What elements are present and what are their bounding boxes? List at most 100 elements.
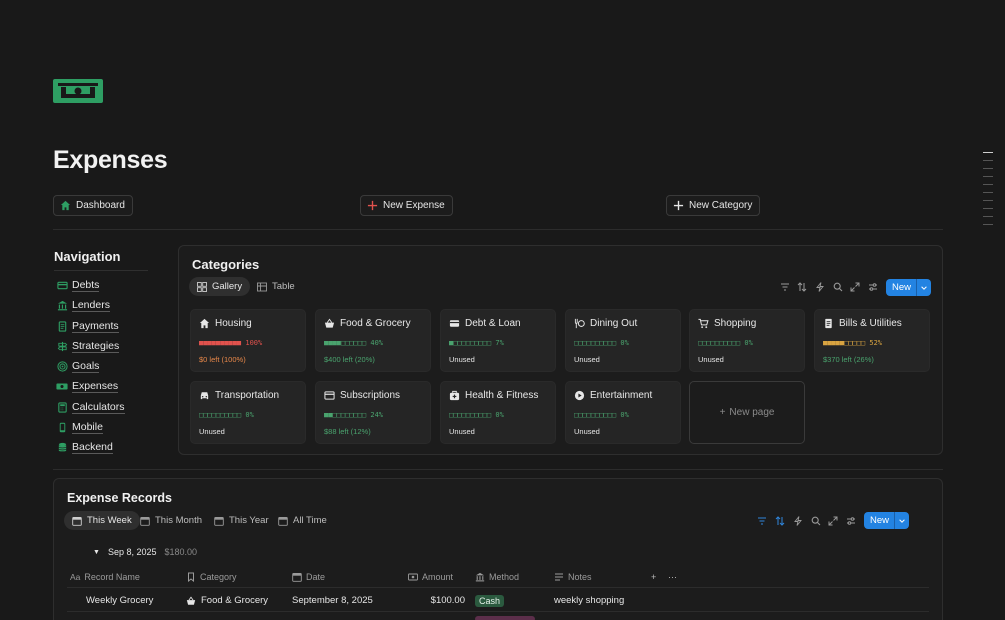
category-card-housing[interactable]: Housing ■■■■■■■■■■ 100% $0 left (100%) (190, 309, 306, 372)
nav-item-debts[interactable]: Debts (56, 277, 100, 293)
toc-marker[interactable] (983, 176, 993, 177)
nav-item-goals[interactable]: Goals (56, 358, 100, 374)
house-icon (199, 318, 210, 329)
toc-marker[interactable] (983, 208, 993, 209)
search-icon[interactable] (810, 515, 822, 527)
new-category-button[interactable]: New Category (666, 195, 761, 216)
tab-this-week[interactable]: This Week (64, 511, 140, 530)
money-logo-icon (53, 79, 103, 103)
play-icon (574, 390, 585, 401)
record-name: Weekly Grocery (86, 595, 154, 606)
budget-percent: 52% (869, 339, 883, 347)
category-card-debt-loan[interactable]: Debt & Loan ■□□□□□□□□□ 7% Unused (440, 309, 556, 372)
receipt-icon (56, 320, 68, 332)
nav-item-calculators[interactable]: Calculators (56, 399, 125, 415)
category-card-subscriptions[interactable]: Subscriptions ■■□□□□□□□□ 24% $88 left (1… (315, 381, 431, 444)
category-card-entertainment[interactable]: Entertainment □□□□□□□□□□ 0% Unused (565, 381, 681, 444)
page-title: Expenses (53, 146, 168, 174)
toc-marker[interactable] (983, 192, 993, 193)
search-icon[interactable] (832, 281, 844, 293)
chevron-down-icon[interactable] (894, 512, 910, 529)
column-header-amount[interactable]: Amount (408, 572, 453, 582)
expand-icon[interactable] (827, 515, 839, 527)
category-card-transportation[interactable]: Transportation □□□□□□□□□□ 0% Unused (190, 381, 306, 444)
toc-marker[interactable] (983, 168, 993, 169)
card-icon (449, 320, 460, 327)
new-expense-db-button[interactable]: New (864, 512, 910, 529)
nav-item-backend[interactable]: Backend (56, 439, 113, 455)
toc-marker[interactable] (983, 200, 993, 201)
nav-item-label: Lenders (72, 298, 110, 312)
budget-remaining: Unused (449, 355, 475, 364)
tab-gallery[interactable]: Gallery (189, 277, 251, 296)
date-cell[interactable]: September 8, 2025 (292, 595, 373, 606)
nav-item-lenders[interactable]: Lenders (56, 297, 110, 313)
toc-marker[interactable] (983, 224, 993, 225)
record-name-cell[interactable]: Weekly Grocery (86, 595, 153, 606)
lightning-icon[interactable] (792, 515, 804, 527)
category-card-dining-out[interactable]: Dining Out □□□□□□□□□□ 0% Unused (565, 309, 681, 372)
sort-icon[interactable] (796, 281, 808, 293)
nav-item-label: Goals (72, 359, 100, 373)
toc-marker[interactable] (983, 152, 993, 153)
column-label: Amount (422, 572, 454, 582)
nav-item-strategies[interactable]: Strategies (56, 338, 120, 354)
column-header-method[interactable]: Method (475, 572, 519, 582)
category-card-shopping[interactable]: Shopping □□□□□□□□□□ 0% Unused (689, 309, 805, 372)
text-type-icon: Aa (70, 572, 81, 582)
expand-icon[interactable] (849, 281, 861, 293)
category-cell[interactable]: Food & Grocery (186, 595, 268, 606)
category-card-food-grocery[interactable]: Food & Grocery ■■■■□□□□□□ 40% $400 left … (315, 309, 431, 372)
nav-item-label: Calculators (72, 400, 125, 414)
nav-item-expenses[interactable]: Expenses (56, 378, 119, 394)
database-icon (56, 441, 68, 453)
budget-percent: 0% (620, 339, 629, 347)
budget-percent: 100% (245, 339, 263, 347)
category-card-health-fitness[interactable]: Health & Fitness □□□□□□□□□□ 0% Unused (440, 381, 556, 444)
sort-icon[interactable] (774, 515, 786, 527)
nav-item-label: Expenses (72, 379, 119, 393)
settings-sliders-icon[interactable] (867, 281, 879, 293)
notes-cell[interactable]: weekly shopping (554, 595, 624, 606)
gallery-icon (197, 281, 207, 292)
lightning-icon[interactable] (814, 281, 826, 293)
budget-remaining: $370 left (26%) (823, 355, 874, 364)
column-header-category[interactable]: Category (186, 572, 237, 582)
nav-item-mobile[interactable]: Mobile (56, 419, 103, 435)
money-icon (408, 573, 418, 581)
chevron-down-icon[interactable] (916, 279, 932, 296)
filter-icon[interactable] (779, 281, 791, 293)
tab-all-time[interactable]: All Time (270, 511, 335, 530)
nav-item-payments[interactable]: Payments (56, 318, 119, 334)
tab-this-month[interactable]: This Month (132, 511, 210, 530)
tab-table[interactable]: Table (249, 277, 303, 296)
budget-bar: □□□□□□□□□□ (574, 411, 617, 419)
column-label: Notes (568, 572, 592, 582)
health-icon (449, 390, 460, 401)
filter-icon[interactable] (756, 515, 768, 527)
dining-icon (574, 318, 585, 329)
triangle-down-icon[interactable]: ▼ (93, 549, 100, 556)
more-options-icon[interactable]: ··· (668, 572, 677, 582)
column-header-record-name[interactable]: Aa Record Name (70, 572, 140, 582)
toc-marker[interactable] (983, 184, 993, 185)
column-header-notes[interactable]: Notes (554, 572, 592, 582)
toc-marker[interactable] (983, 160, 993, 161)
tab-this-year[interactable]: This Year (206, 511, 277, 530)
dashboard-button[interactable]: Dashboard (53, 195, 133, 216)
settings-sliders-icon[interactable] (845, 515, 857, 527)
new-page-button[interactable]: + New page (689, 381, 805, 444)
amount-cell[interactable]: $100.00 (410, 595, 465, 606)
category-name: Shopping (714, 318, 757, 329)
categories-heading: Categories (192, 257, 260, 272)
budget-percent: 0% (620, 411, 629, 419)
date-value: September 8, 2025 (292, 595, 373, 606)
toc-marker[interactable] (983, 216, 993, 217)
group-header[interactable]: ▼ Sep 8, 2025 $180.00 (93, 547, 197, 557)
column-header-date[interactable]: Date (292, 572, 325, 582)
category-card-bills-utilities[interactable]: Bills & Utilities ■■■■■□□□□□ 52% $370 le… (814, 309, 930, 372)
new-category-db-button[interactable]: New (886, 279, 932, 296)
add-column-icon[interactable]: + (651, 572, 656, 582)
method-cell[interactable]: Cash (475, 595, 505, 607)
new-expense-button[interactable]: New Expense (360, 195, 453, 216)
